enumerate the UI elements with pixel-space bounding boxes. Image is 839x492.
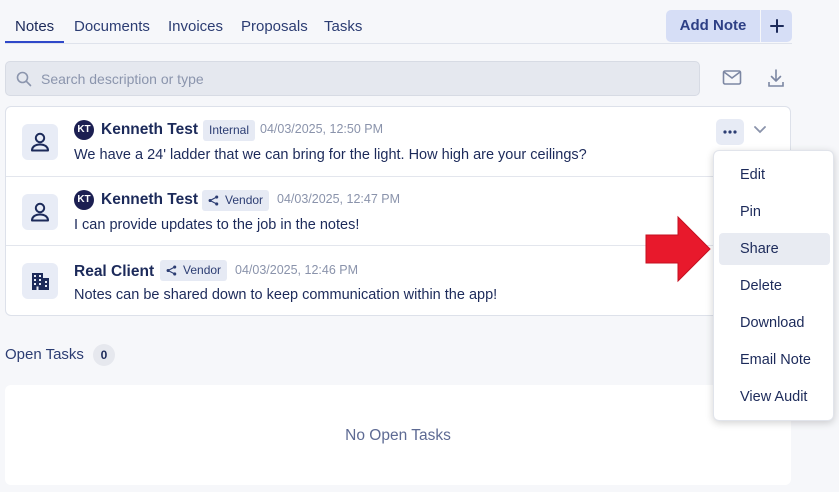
building-icon xyxy=(22,263,58,299)
avatar: KT xyxy=(74,190,94,210)
search-bar xyxy=(5,61,700,96)
note-message: I can provide updates to the job in the … xyxy=(74,217,360,233)
visibility-badge: Vendor xyxy=(202,190,270,211)
notes-list: KT Kenneth Test Internal 04/03/2025, 12:… xyxy=(5,106,791,316)
empty-state-text: No Open Tasks xyxy=(345,427,451,444)
tab-divider xyxy=(5,43,792,44)
tab-documents[interactable]: Documents xyxy=(64,8,158,42)
badge-label: Vendor xyxy=(183,263,222,277)
avatar: KT xyxy=(74,120,94,140)
note-author: Kenneth Test xyxy=(101,191,199,208)
arrow-icon xyxy=(645,215,711,283)
badge-label: Vendor xyxy=(225,193,264,207)
tab-notes[interactable]: Notes xyxy=(5,8,64,44)
open-tasks-heading: Open Tasks xyxy=(5,346,84,363)
note-message: Notes can be shared down to keep communi… xyxy=(74,287,498,303)
share-icon xyxy=(166,265,177,276)
visibility-badge: Internal xyxy=(203,120,256,141)
tab-proposals[interactable]: Proposals xyxy=(231,8,314,42)
chevron-down-icon[interactable] xyxy=(753,125,767,135)
share-icon xyxy=(208,195,219,206)
note-timestamp: 04/03/2025, 12:50 PM xyxy=(260,122,384,136)
open-tasks-count: 0 xyxy=(93,344,115,366)
tab-bar: Notes Documents Invoices Proposals Tasks xyxy=(5,8,364,44)
tab-tasks[interactable]: Tasks xyxy=(314,8,364,42)
note-timestamp: 04/03/2025, 12:47 PM xyxy=(277,192,401,206)
note-actions-menu: Edit Pin Share Delete Download Email Not… xyxy=(713,150,834,421)
note-author: Kenneth Test xyxy=(101,121,199,138)
note-timestamp: 04/03/2025, 12:46 PM xyxy=(235,263,359,277)
search-input[interactable] xyxy=(39,69,683,88)
more-icon[interactable] xyxy=(723,130,737,134)
add-note-label[interactable]: Add Note xyxy=(666,10,761,42)
menu-item-download[interactable]: Download xyxy=(719,307,830,339)
download-icon[interactable] xyxy=(767,68,785,88)
person-icon xyxy=(22,124,58,160)
tab-invoices[interactable]: Invoices xyxy=(158,8,231,42)
note-item: KT Kenneth Test Internal 04/03/2025, 12:… xyxy=(6,107,790,176)
add-note-button[interactable]: Add Note xyxy=(666,10,792,42)
badge-label: Internal xyxy=(209,123,250,137)
menu-item-email-note[interactable]: Email Note xyxy=(719,344,830,376)
more-options-button[interactable] xyxy=(716,119,744,145)
menu-item-edit[interactable]: Edit xyxy=(719,159,830,191)
menu-item-share[interactable]: Share xyxy=(719,233,830,265)
tasks-panel: No Open Tasks xyxy=(5,385,791,485)
visibility-badge: Vendor xyxy=(160,260,228,281)
person-icon xyxy=(22,194,58,230)
plus-icon[interactable] xyxy=(761,10,792,42)
menu-item-delete[interactable]: Delete xyxy=(719,270,830,302)
menu-item-pin[interactable]: Pin xyxy=(719,196,830,228)
mail-icon[interactable] xyxy=(722,69,742,87)
search-icon xyxy=(16,71,32,86)
menu-item-view-audit[interactable]: View Audit xyxy=(719,381,830,413)
note-message: We have a 24' ladder that we can bring f… xyxy=(74,147,587,163)
note-author: Real Client xyxy=(74,263,155,280)
